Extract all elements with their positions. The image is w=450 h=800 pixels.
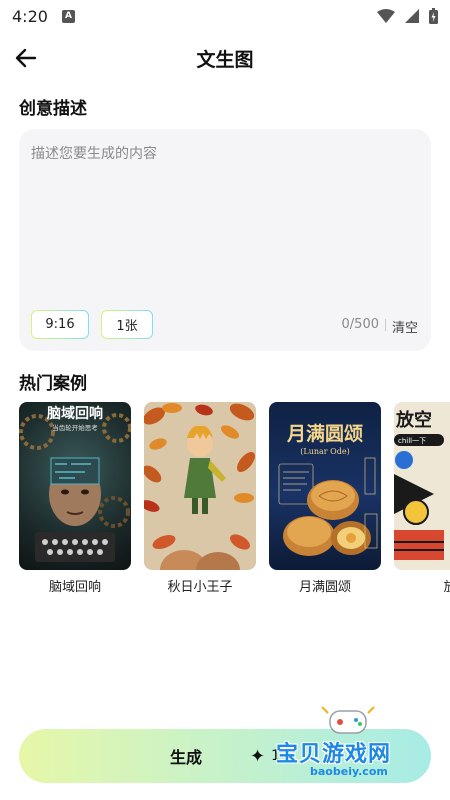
- section-title-cases: 热门案例: [19, 374, 87, 394]
- case-thumbnail: 脑域回响 当齿轮开始思考: [19, 402, 131, 570]
- case-thumb-title: 脑域回响: [47, 405, 103, 422]
- status-bar: 4:20 A: [0, 0, 450, 32]
- sparkle-icon: ✦: [250, 745, 266, 767]
- generate-label: 生成: [169, 748, 202, 767]
- case-thumbnail: [144, 402, 256, 570]
- generate-button[interactable]: 生成 ✦ 1: [19, 729, 431, 783]
- case-carousel[interactable]: 脑域回响 当齿轮开始思考 脑域回响 秋日小王子 月满圆颂 (Lunar Ode)…: [19, 402, 450, 602]
- prompt-box: 9:16 1张 0/500 清空: [19, 129, 431, 351]
- case-illustration: [144, 403, 255, 570]
- case-thumb-title: 放空: [395, 409, 432, 431]
- case-thumbnail: 放空 chill一下: [394, 402, 450, 570]
- status-icons: [377, 8, 438, 24]
- case-card[interactable]: 脑域回响 当齿轮开始思考 脑域回响: [19, 402, 131, 595]
- char-counter: 0/500: [341, 317, 379, 332]
- clear-button[interactable]: 清空: [392, 317, 418, 336]
- prompt-input[interactable]: [31, 143, 419, 293]
- arrow-left-icon: [15, 48, 37, 68]
- case-thumb-subtitle: chill一下: [398, 437, 426, 445]
- notification-icon: A: [61, 9, 75, 23]
- case-thumb-title: 月满圆颂: [286, 422, 363, 445]
- case-illustration: 放空 chill一下: [394, 402, 450, 570]
- case-label: 脑域回响: [48, 580, 101, 595]
- case-label: 放: [443, 580, 450, 595]
- case-illustration: 脑域回响 当齿轮开始思考: [19, 405, 131, 562]
- section-title-prompt: 创意描述: [19, 99, 87, 119]
- wifi-icon: [377, 9, 395, 23]
- case-card[interactable]: 放空 chill一下 放: [394, 402, 450, 595]
- case-label: 秋日小王子: [167, 580, 233, 595]
- status-time: 4:20: [12, 6, 48, 26]
- case-card[interactable]: 秋日小王子: [144, 402, 256, 595]
- case-thumb-subtitle: (Lunar Ode): [300, 447, 349, 456]
- aspect-ratio-chip[interactable]: 9:16: [31, 310, 89, 339]
- app-bar: 文生图: [0, 36, 450, 80]
- case-thumb-subtitle: 当齿轮开始思考: [52, 423, 98, 432]
- case-label: 月满圆颂: [298, 580, 351, 595]
- divider: [385, 319, 386, 331]
- case-card[interactable]: 月满圆颂 (Lunar Ode) 月满圆颂: [269, 402, 381, 595]
- image-count-chip[interactable]: 1张: [101, 310, 153, 339]
- signal-icon: [405, 9, 419, 23]
- back-button[interactable]: [14, 44, 54, 72]
- case-thumbnail: 月满圆颂 (Lunar Ode): [269, 402, 381, 570]
- battery-icon: [429, 8, 438, 24]
- page-title: 文生图: [196, 48, 254, 71]
- generate-cost: 1: [271, 748, 281, 764]
- case-illustration: 月满圆颂 (Lunar Ode): [278, 422, 378, 556]
